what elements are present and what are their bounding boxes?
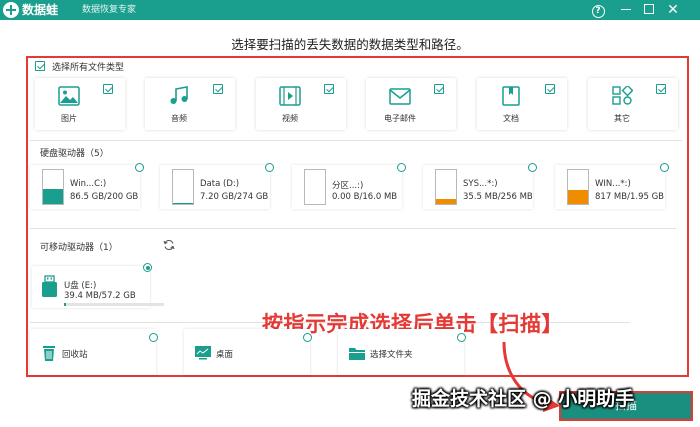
location-radio[interactable]: [149, 333, 158, 342]
usb-drive-card[interactable]: U盘 (E:) 39.4 MB/57.2 GB: [32, 263, 164, 308]
drive-name: WIN...*:): [595, 179, 631, 189]
select-all-check[interactable]: [35, 61, 45, 71]
drive-size: 86.5 GB/200 GB: [70, 192, 139, 202]
file-type-label: 电子邮件: [384, 114, 416, 123]
image-icon: [58, 86, 80, 106]
recycle-bin-icon: [43, 346, 55, 361]
file-type-checkbox[interactable]: [103, 84, 113, 94]
drive-radio[interactable]: [135, 163, 144, 172]
close-button[interactable]: ✕: [664, 1, 682, 19]
file-type-label: 图片: [61, 114, 77, 123]
close-icon: ✕: [667, 2, 679, 18]
usb-drive-radio[interactable]: [143, 263, 152, 272]
drive-icon: [172, 169, 194, 205]
file-type-card-other[interactable]: 其它: [588, 78, 678, 130]
file-type-label: 文档: [503, 114, 519, 123]
app-logo-icon: [3, 2, 19, 18]
location-radio[interactable]: [457, 333, 466, 342]
drive-size: 0.00 B/16.0 MB: [332, 192, 398, 202]
desktop-icon: [195, 346, 211, 360]
drive-icon: [435, 169, 457, 205]
refresh-icon[interactable]: [163, 239, 175, 251]
folder-icon: [349, 348, 365, 360]
drive-card[interactable]: SYS...*:) 35.5 MB/256 MB: [423, 163, 537, 209]
usb-usage-fill: [64, 303, 66, 306]
drive-card[interactable]: Win...C:) 86.5 GB/200 GB: [30, 163, 144, 209]
usb-usage-bar: [64, 303, 164, 306]
help-icon: ?: [591, 5, 605, 18]
file-type-checkbox[interactable]: [324, 84, 334, 94]
location-label: 回收站: [62, 350, 88, 360]
file-type-checkbox[interactable]: [545, 84, 555, 94]
title-bar: 数据蛙 数据恢复专家 ? ✕: [0, 0, 700, 20]
file-type-checkbox[interactable]: [434, 84, 444, 94]
watermark: 掘金技术社区 @ 小明助手: [412, 388, 635, 410]
drive-radio[interactable]: [660, 163, 669, 172]
file-type-label: 其它: [614, 114, 630, 123]
location-radio[interactable]: [303, 333, 312, 342]
drive-card[interactable]: Data (D:) 7.20 GB/274 GB: [160, 163, 274, 209]
drive-icon: [42, 169, 64, 205]
file-type-card-video[interactable]: 视频: [256, 78, 346, 130]
audio-icon: [170, 86, 188, 104]
maximize-icon: [644, 3, 654, 14]
instruction-text: 选择要扫描的丢失数据的数据类型和路径。: [231, 37, 469, 52]
file-type-checkbox[interactable]: [656, 84, 666, 94]
minimize-icon: [621, 8, 631, 11]
email-icon: [389, 88, 411, 105]
location-recycle-bin[interactable]: 回收站: [30, 329, 158, 375]
drive-name: Data (D:): [200, 179, 240, 189]
drive-usage-fill: [436, 199, 456, 204]
location-label: 桌面: [216, 350, 234, 360]
other-icon: [612, 86, 633, 105]
drive-name: 分区...:): [332, 181, 364, 191]
video-icon: [279, 86, 301, 106]
document-icon: [502, 86, 520, 106]
usb-drive-icon: [42, 275, 57, 297]
drive-name: SYS...*:): [463, 179, 498, 189]
maximize-button[interactable]: [640, 1, 658, 19]
divider: [30, 140, 682, 141]
removable-drives-title: 可移动驱动器（1）: [40, 243, 118, 253]
drive-radio[interactable]: [397, 163, 406, 172]
select-all-label: 选择所有文件类型: [52, 62, 125, 73]
select-all-checkbox[interactable]: 选择所有文件类型: [35, 59, 124, 73]
drive-icon: [567, 169, 589, 205]
help-button[interactable]: ?: [589, 1, 607, 19]
drive-size: 35.5 MB/256 MB: [463, 192, 533, 202]
drive-radio[interactable]: [528, 163, 537, 172]
drive-icon: [304, 169, 326, 205]
app-name: 数据蛙: [22, 3, 59, 17]
drive-size: 7.20 GB/274 GB: [200, 192, 269, 202]
file-type-card-document[interactable]: 文档: [477, 78, 567, 130]
drive-usage-fill: [568, 189, 588, 204]
divider: [30, 228, 676, 229]
file-type-card-email[interactable]: 电子邮件: [366, 78, 456, 130]
file-type-card-image[interactable]: 图片: [35, 78, 125, 130]
app-subtitle: 数据恢复专家: [82, 5, 137, 15]
file-type-label: 视频: [282, 114, 298, 123]
usb-drive-name: U盘 (E:): [64, 281, 97, 291]
minimize-button[interactable]: [617, 1, 635, 19]
drive-card[interactable]: WIN...*:) 817 MB/1.95 GB: [555, 163, 669, 209]
location-desktop[interactable]: 桌面: [184, 329, 312, 375]
location-label: 选择文件夹: [370, 350, 413, 360]
drive-card[interactable]: 分区...:) 0.00 B/16.0 MB: [292, 163, 406, 209]
hard-drives-title: 硬盘驱动器（5）: [40, 149, 109, 159]
drive-usage-fill: [173, 202, 193, 204]
file-type-card-audio[interactable]: 音频: [145, 78, 235, 130]
file-type-label: 音频: [171, 114, 187, 123]
drive-usage-fill: [43, 189, 63, 204]
file-type-checkbox[interactable]: [213, 84, 223, 94]
usb-drive-size: 39.4 MB/57.2 GB: [64, 291, 136, 301]
drive-name: Win...C:): [70, 179, 107, 189]
location-select-folder[interactable]: 选择文件夹: [338, 329, 466, 375]
drive-radio[interactable]: [265, 163, 274, 172]
drive-size: 817 MB/1.95 GB: [595, 192, 665, 202]
